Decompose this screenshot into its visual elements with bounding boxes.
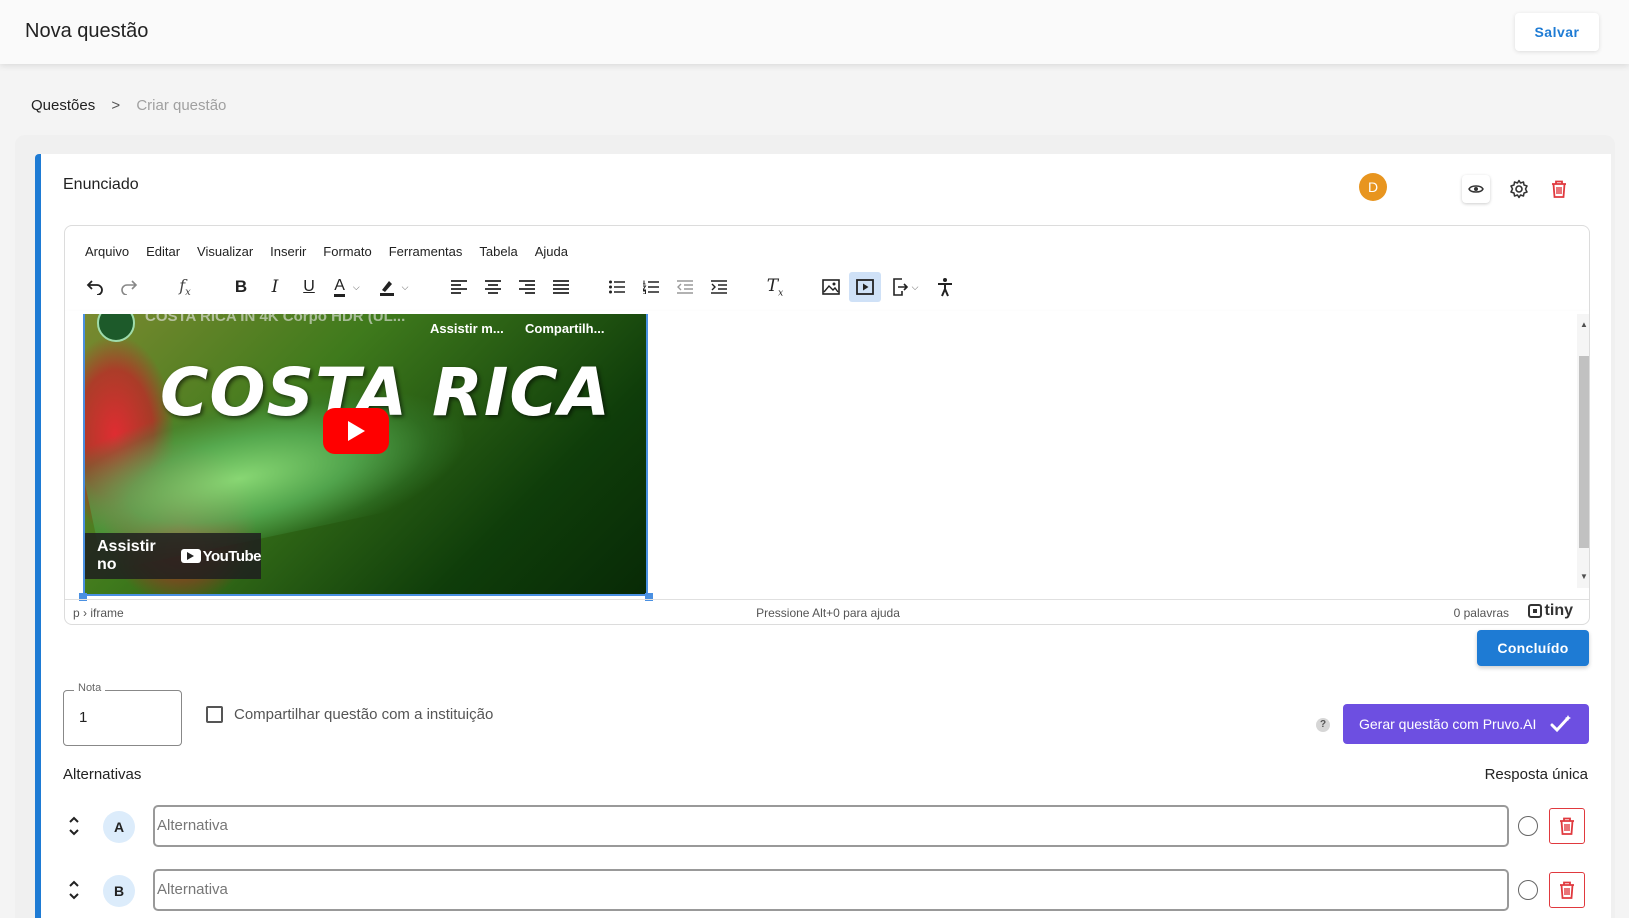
- grade-legend: Nota: [74, 682, 106, 694]
- scrollbar-thumb[interactable]: [1579, 356, 1589, 548]
- outdent-icon[interactable]: [669, 272, 701, 302]
- reorder-icon[interactable]: [68, 815, 80, 842]
- rich-text-editor[interactable]: Arquivo Editar Visualizar Inserir Format…: [64, 225, 1590, 625]
- export-icon[interactable]: ⌵: [883, 272, 927, 302]
- play-icon[interactable]: [323, 408, 389, 454]
- reorder-icon[interactable]: [68, 879, 80, 906]
- youtube-play-icon: [180, 549, 201, 563]
- watch-later-button[interactable]: Assistir m...: [430, 321, 504, 336]
- youtube-logo: YouTube: [180, 547, 262, 565]
- alternative-input[interactable]: Alternativa: [153, 805, 1509, 847]
- save-button[interactable]: Salvar: [1515, 13, 1599, 51]
- editor-statusbar: p › iframe Pressione Alt+0 para ajuda 0 …: [65, 599, 1589, 624]
- generate-ai-label: Gerar questão com Pruvo.AI: [1359, 716, 1537, 732]
- done-button[interactable]: Concluído: [1477, 630, 1589, 666]
- menu-visualizar[interactable]: Visualizar: [197, 244, 253, 259]
- editor-scrollbar[interactable]: ▲ ▼: [1577, 314, 1589, 588]
- align-right-icon[interactable]: [511, 272, 543, 302]
- editor-toolbar: fx B I U A ⌵ ⌵ Tx ⌵: [79, 270, 1579, 306]
- correct-answer-radio[interactable]: [1518, 880, 1538, 900]
- editor-content[interactable]: COSTA RICA IN 4K Corpo HDR (UL... Assist…: [65, 314, 1589, 601]
- tiny-logo[interactable]: tiny: [1527, 602, 1573, 620]
- menu-editar[interactable]: Editar: [146, 244, 180, 259]
- image-icon[interactable]: [815, 272, 847, 302]
- share-label[interactable]: Compartilhar questão com a instituição: [234, 706, 493, 723]
- answer-mode-label: Resposta única: [1484, 766, 1588, 783]
- highlight-icon[interactable]: ⌵: [371, 272, 415, 302]
- alternative-row: B Alternativa: [63, 869, 1593, 913]
- menu-inserir[interactable]: Inserir: [270, 244, 306, 259]
- alternative-letter: B: [103, 875, 135, 907]
- menu-ajuda[interactable]: Ajuda: [535, 244, 568, 259]
- help-hint: Pressione Alt+0 para ajuda: [756, 606, 900, 620]
- word-count[interactable]: 0 palavras: [1454, 606, 1509, 620]
- clear-format-icon[interactable]: Tx: [759, 272, 791, 302]
- scroll-down-icon[interactable]: ▼: [1580, 572, 1588, 581]
- share-checkbox-row[interactable]: Compartilhar questão com a instituição: [206, 706, 493, 723]
- breadcrumb-questoes[interactable]: Questões: [31, 97, 95, 114]
- indent-icon[interactable]: [703, 272, 735, 302]
- video-title[interactable]: COSTA RICA IN 4K Corpo HDR (UL...: [145, 314, 405, 325]
- page-title: Nova questão: [25, 20, 149, 42]
- tiny-icon: [1527, 604, 1542, 618]
- bullet-list-icon[interactable]: [601, 272, 633, 302]
- trash-icon[interactable]: [1549, 808, 1585, 844]
- italic-icon[interactable]: I: [259, 272, 291, 302]
- undo-icon[interactable]: [79, 272, 111, 302]
- generate-ai-button[interactable]: Gerar questão com Pruvo.AI: [1343, 704, 1589, 744]
- breadcrumb-separator: >: [111, 97, 121, 114]
- trash-icon[interactable]: [1549, 872, 1585, 908]
- menu-formato[interactable]: Formato: [323, 244, 371, 259]
- embedded-video[interactable]: COSTA RICA IN 4K Corpo HDR (UL... Assist…: [83, 314, 648, 596]
- share-button[interactable]: Compartilh...: [525, 321, 604, 336]
- media-icon[interactable]: [849, 272, 881, 302]
- grade-field[interactable]: Nota 1: [63, 682, 182, 746]
- breadcrumb: Questões > Criar questão: [31, 97, 226, 114]
- editor-menubar: Arquivo Editar Visualizar Inserir Format…: [85, 244, 585, 259]
- eye-icon[interactable]: [1462, 175, 1490, 203]
- breadcrumb-criar-questao: Criar questão: [136, 97, 227, 114]
- bold-icon[interactable]: B: [225, 272, 257, 302]
- menu-arquivo[interactable]: Arquivo: [85, 244, 129, 259]
- underline-icon[interactable]: U: [293, 272, 325, 302]
- watch-on-label: Assistir no: [97, 538, 156, 573]
- help-icon[interactable]: ?: [1316, 718, 1330, 732]
- statement-label: Enunciado: [63, 176, 139, 193]
- numbered-list-icon[interactable]: [635, 272, 667, 302]
- share-checkbox[interactable]: [206, 706, 223, 723]
- formula-icon[interactable]: fx: [169, 272, 201, 302]
- accessibility-icon[interactable]: [929, 272, 961, 302]
- alternatives-label: Alternativas: [63, 766, 142, 783]
- justify-icon[interactable]: [545, 272, 577, 302]
- align-center-icon[interactable]: [477, 272, 509, 302]
- scroll-up-icon[interactable]: ▲: [1580, 320, 1588, 329]
- correct-answer-radio[interactable]: [1518, 816, 1538, 836]
- redo-icon[interactable]: [113, 272, 145, 302]
- sparkle-check-icon: [1550, 715, 1572, 733]
- top-bar: Nova questão Salvar: [0, 0, 1629, 64]
- grade-value[interactable]: 1: [79, 709, 87, 726]
- align-left-icon[interactable]: [443, 272, 475, 302]
- alternative-input[interactable]: Alternativa: [153, 869, 1509, 911]
- watch-on-youtube-button[interactable]: Assistir no YouTube: [85, 533, 262, 579]
- alternative-row: A Alternativa: [63, 805, 1593, 849]
- avatar: D: [1359, 173, 1387, 201]
- trash-icon[interactable]: [1545, 175, 1573, 203]
- text-color-icon[interactable]: A ⌵: [325, 272, 369, 302]
- tiny-label: tiny: [1544, 602, 1573, 619]
- gear-icon[interactable]: [1505, 175, 1533, 203]
- menu-tabela[interactable]: Tabela: [479, 244, 517, 259]
- menu-ferramentas[interactable]: Ferramentas: [389, 244, 463, 259]
- alternative-letter: A: [103, 811, 135, 843]
- youtube-label: YouTube: [202, 547, 262, 565]
